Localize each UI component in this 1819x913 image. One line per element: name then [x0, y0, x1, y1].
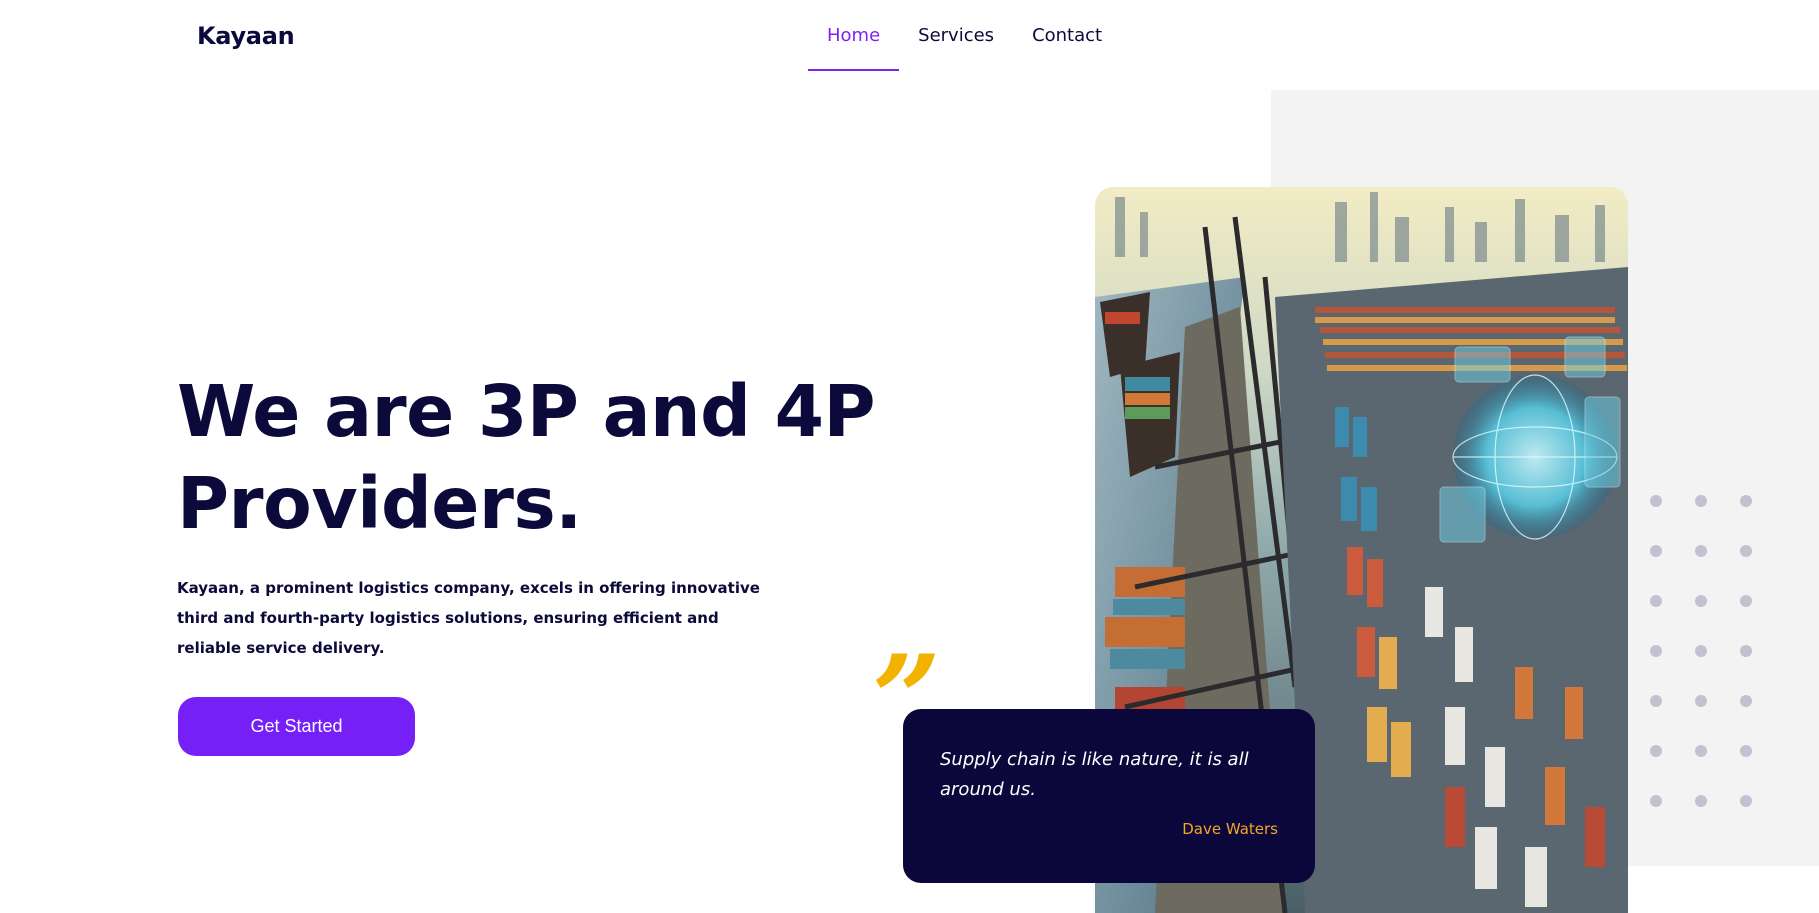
decorative-dots [1650, 495, 1760, 815]
nav-item-services[interactable]: Services [899, 0, 1013, 71]
brand-logo[interactable]: Kayaan [197, 22, 295, 50]
dot [1740, 495, 1752, 507]
hero-title: We are 3P and 4P Providers. [177, 370, 876, 545]
dot [1650, 695, 1662, 707]
quote-author: Dave Waters [1182, 820, 1278, 838]
dot [1695, 645, 1707, 657]
dot [1695, 795, 1707, 807]
nav-item-home[interactable]: Home [808, 0, 900, 71]
dot [1695, 695, 1707, 707]
dot [1740, 595, 1752, 607]
dot [1740, 695, 1752, 707]
dot [1695, 545, 1707, 557]
dot [1740, 545, 1752, 557]
testimonial-card: Supply chain is like nature, it is all a… [903, 709, 1315, 883]
dot [1740, 645, 1752, 657]
dot [1695, 595, 1707, 607]
get-started-button[interactable]: Get Started [178, 697, 415, 756]
dot [1650, 495, 1662, 507]
dot [1650, 745, 1662, 757]
dot [1650, 795, 1662, 807]
dot [1650, 545, 1662, 557]
main-nav: Home Services Contact [808, 0, 1121, 71]
dot [1650, 645, 1662, 657]
dot [1695, 495, 1707, 507]
dot [1740, 745, 1752, 757]
dot [1650, 595, 1662, 607]
nav-item-contact[interactable]: Contact [1013, 0, 1121, 71]
quote-text: Supply chain is like nature, it is all a… [940, 749, 1249, 800]
dot [1695, 745, 1707, 757]
dot [1740, 795, 1752, 807]
hero-description: Kayaan, a prominent logistics company, e… [177, 579, 760, 657]
